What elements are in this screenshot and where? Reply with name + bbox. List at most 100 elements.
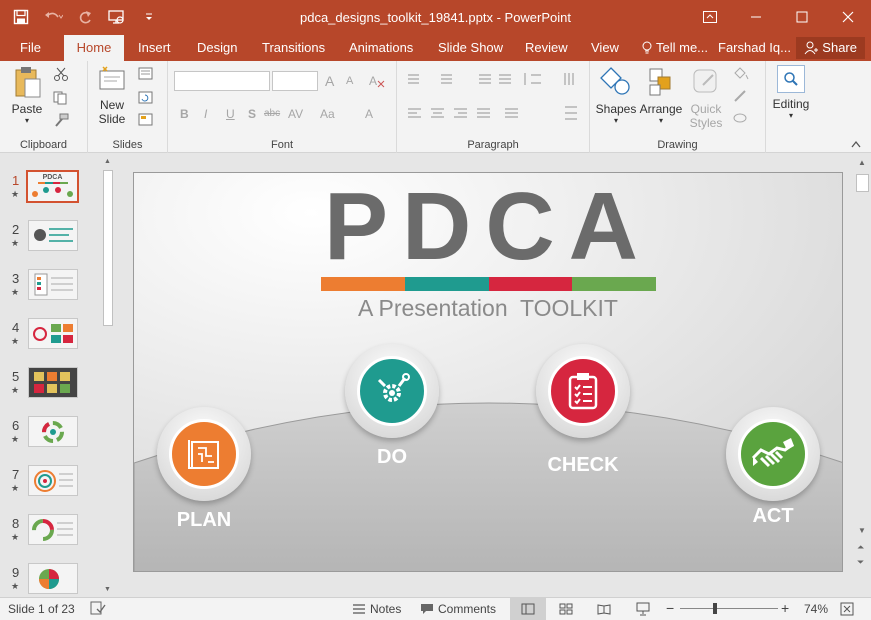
scroll-down-icon[interactable]: ▼ — [858, 526, 866, 535]
slide-sorter-icon[interactable] — [559, 603, 573, 615]
normal-view-icon — [521, 603, 535, 615]
arrange-icon — [649, 68, 671, 96]
paste-button[interactable]: Paste ▾ — [8, 65, 46, 125]
slide-thumbnail-4[interactable]: 4 ★ — [0, 318, 100, 358]
underline-button[interactable]: U — [226, 107, 235, 121]
slide-thumbnail-6[interactable]: 6 ★ — [0, 416, 100, 456]
slide-thumbnail-3[interactable]: 3 ★ — [0, 269, 100, 309]
slide-show-icon[interactable] — [636, 602, 650, 616]
slide-thumbnail-1[interactable]: 1 ★ PDCA — [0, 170, 100, 211]
fit-to-window-icon[interactable] — [840, 602, 854, 616]
new-slide-label-2: Slide — [98, 112, 126, 126]
zoom-slider[interactable] — [680, 603, 778, 614]
cut-icon[interactable] — [52, 67, 70, 81]
shape-outline-icon[interactable] — [732, 89, 750, 103]
font-group: A A A B I U S abc AV Aa A Font — [168, 61, 397, 153]
clear-formatting-icon[interactable]: A — [368, 73, 386, 89]
tab-review[interactable]: Review — [515, 35, 578, 61]
maximize-icon[interactable] — [779, 0, 825, 33]
normal-view-button[interactable] — [510, 598, 546, 620]
do-label: DO — [377, 446, 407, 468]
slide-thumbnail-8[interactable]: 8 ★ — [0, 514, 100, 554]
share-button[interactable]: Share — [796, 37, 865, 59]
animation-star-icon: ★ — [11, 581, 20, 591]
thumbnail-image — [28, 367, 78, 398]
new-slide-button[interactable]: New Slide — [92, 65, 132, 126]
font-size-combo[interactable] — [272, 71, 318, 91]
paragraph-icons[interactable] — [405, 71, 585, 131]
plan-circle[interactable] — [157, 407, 251, 501]
shadow-button[interactable]: S — [248, 107, 256, 121]
change-case-button[interactable]: Aa — [320, 107, 335, 121]
quick-styles-button[interactable]: Quick Styles — [684, 65, 728, 130]
drawing-group: Shapes ▾ Arrange ▾ Quick Styles Drawing — [590, 61, 766, 153]
arrange-button[interactable]: Arrange ▾ — [638, 65, 684, 125]
previous-slide-icon[interactable]: ⏶ — [857, 542, 864, 553]
animation-star-icon: ★ — [11, 385, 20, 395]
editing-button[interactable]: Editing ▾ — [768, 65, 814, 120]
act-label: ACT — [752, 505, 794, 527]
format-painter-icon[interactable] — [52, 113, 70, 127]
copy-icon[interactable] — [52, 91, 70, 105]
thumbnails-scrollbar[interactable]: ▲ ▼ — [101, 154, 115, 597]
collapse-ribbon-icon[interactable] — [851, 140, 861, 148]
zoom-out-button[interactable]: − — [666, 600, 674, 616]
slide-scroll-thumb[interactable] — [856, 174, 869, 192]
ribbon-display-options-icon[interactable] — [687, 0, 733, 33]
tab-design[interactable]: Design — [187, 35, 247, 61]
thumbnail-number: 2 — [12, 222, 20, 237]
shrink-font-button[interactable]: A — [346, 75, 353, 87]
bold-button[interactable]: B — [180, 107, 189, 121]
shape-effects-icon[interactable] — [732, 111, 750, 125]
tell-me-box[interactable]: Tell me... — [632, 35, 718, 61]
character-spacing-button[interactable]: AV — [288, 107, 303, 121]
comments-button[interactable]: Comments — [420, 602, 496, 616]
zoom-in-button[interactable]: + — [781, 600, 789, 616]
grow-font-button[interactable]: A — [325, 73, 334, 89]
font-name-combo[interactable] — [174, 71, 270, 91]
reset-icon[interactable] — [138, 91, 156, 105]
act-circle[interactable] — [726, 407, 820, 501]
spell-check-icon[interactable] — [90, 601, 106, 615]
shape-fill-icon[interactable] — [732, 67, 750, 81]
close-icon[interactable] — [825, 0, 871, 33]
font-color-button[interactable]: A — [365, 107, 373, 121]
section-icon[interactable] — [138, 113, 156, 127]
slide-thumbnail-7[interactable]: 7 ★ — [0, 465, 100, 505]
slide-thumbnail-5[interactable]: 5 ★ — [0, 367, 100, 407]
layout-icon[interactable] — [138, 67, 156, 81]
thumbnail-image — [28, 220, 78, 251]
zoom-level[interactable]: 74% — [804, 602, 828, 616]
shapes-button[interactable]: Shapes ▾ — [594, 65, 638, 125]
color-bar-green — [572, 277, 656, 291]
tab-home[interactable]: Home — [64, 35, 124, 61]
thumbnail-image — [28, 269, 78, 300]
color-bar-red — [488, 277, 573, 291]
minimize-icon[interactable] — [733, 0, 779, 33]
do-circle[interactable] — [345, 344, 439, 438]
slide-title: PDCA — [323, 173, 652, 280]
tab-file[interactable]: File — [10, 35, 51, 61]
lightbulb-icon — [642, 41, 652, 54]
tab-slide-show[interactable]: Slide Show — [428, 35, 513, 61]
check-circle[interactable] — [536, 344, 630, 438]
tab-view[interactable]: View — [581, 35, 629, 61]
zoom-slider-thumb[interactable] — [712, 603, 717, 614]
italic-button[interactable]: I — [204, 107, 207, 121]
thumbnails-scroll-thumb[interactable] — [103, 170, 113, 326]
reading-view-icon[interactable] — [597, 603, 611, 615]
strikethrough-button[interactable]: abc — [264, 108, 280, 119]
slide-scrollbar[interactable]: ▲ ▼ ⏶ ⏷ — [854, 154, 871, 597]
check-label: CHECK — [547, 454, 619, 476]
slide-thumbnail-2[interactable]: 2 ★ — [0, 220, 100, 260]
slide-thumbnails-pane: 1 ★ PDCA 2 ★ 3 ★ 4 ★ 5 ★ 6 ★ 7 ★ 8 ★ 9 ★ — [0, 154, 117, 597]
animation-star-icon: ★ — [11, 434, 20, 444]
user-account[interactable]: Farshad Iq... — [708, 35, 801, 61]
notes-button[interactable]: Notes — [352, 602, 401, 616]
plan-label: PLAN — [176, 509, 232, 531]
tab-animations[interactable]: Animations — [339, 35, 423, 61]
next-slide-icon[interactable]: ⏷ — [857, 557, 864, 568]
slide-canvas[interactable]: PDCA A Presentation TOOLKIT PLAN DO CHEC… — [133, 172, 843, 572]
tab-transitions[interactable]: Transitions — [252, 35, 335, 61]
tab-insert[interactable]: Insert — [128, 35, 181, 61]
